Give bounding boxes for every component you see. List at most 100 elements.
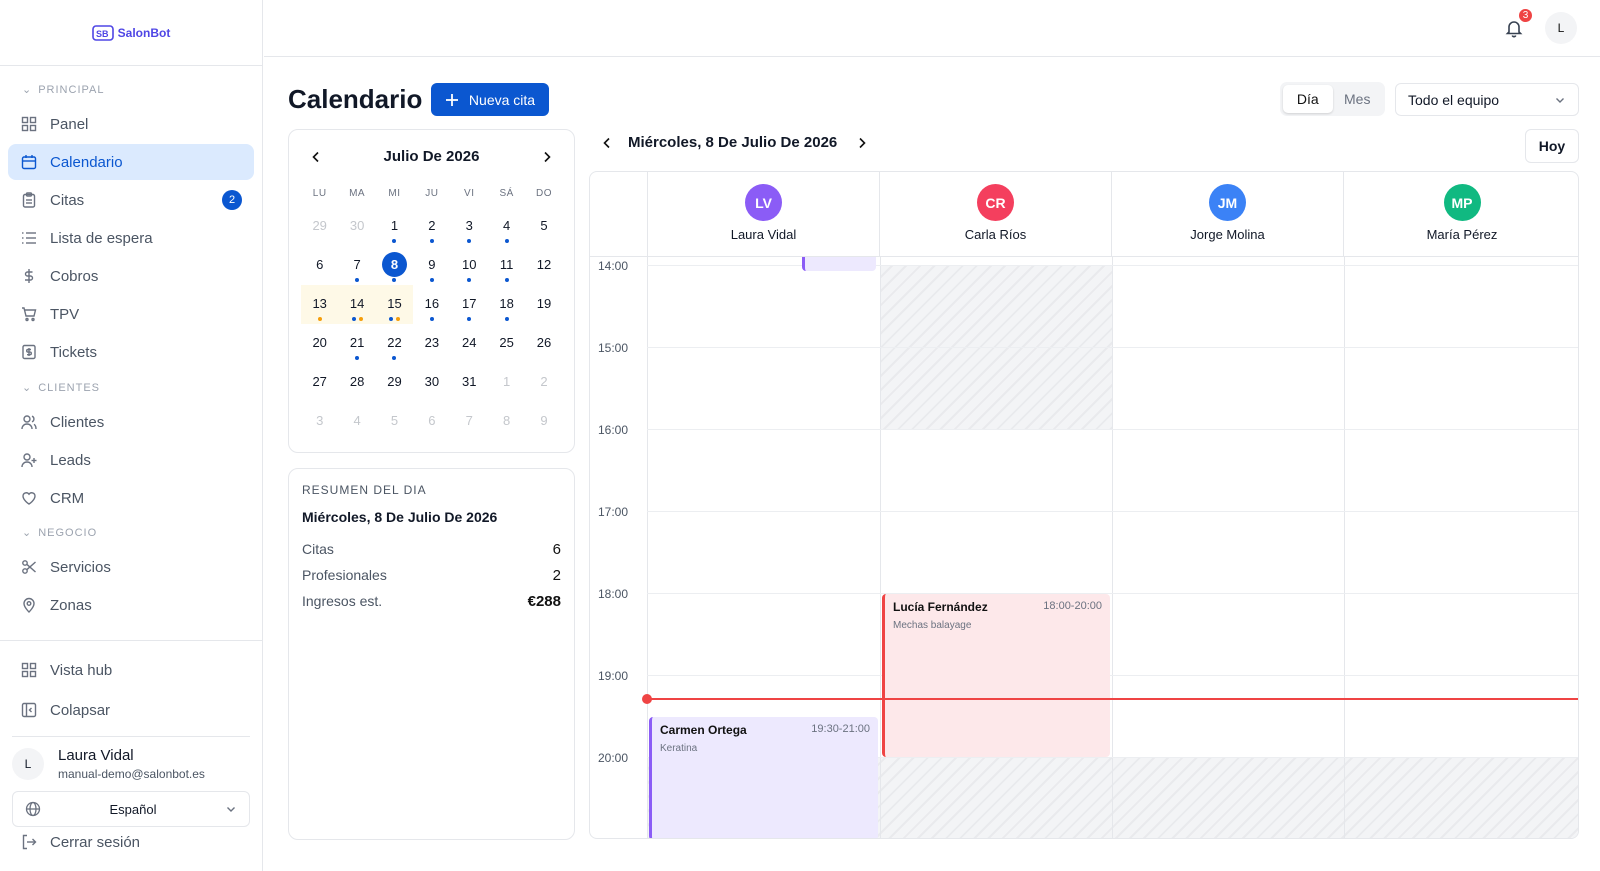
view-day-button[interactable]: Día [1283, 85, 1333, 113]
sidebar-item-crm[interactable]: CRM [8, 480, 254, 516]
sidebar-item-lista-de-espera[interactable]: Lista de espera [8, 220, 254, 256]
chevron-right-icon[interactable] [855, 136, 869, 150]
logout-button[interactable]: Cerrar sesión [8, 826, 254, 858]
appointment-dot [429, 317, 434, 321]
calendar-day[interactable]: 2 [525, 363, 562, 402]
calendar-day[interactable]: 7 [451, 402, 488, 441]
sidebar-item-calendario[interactable]: Calendario [8, 144, 254, 180]
hour-line [647, 429, 1578, 430]
calendar-day[interactable]: 7 [338, 246, 375, 285]
sidebar-item-tpv[interactable]: TPV [8, 296, 254, 332]
appointment-lucia[interactable]: Lucía Fernández 18:00-20:00 Mechas balaya… [882, 594, 1110, 757]
calendar-day[interactable]: 18 [488, 285, 525, 324]
calendar-day[interactable]: 22 [376, 324, 413, 363]
calendar-day[interactable]: 29 [376, 363, 413, 402]
calendar-day-number: 1 [390, 218, 399, 233]
chevron-right-icon[interactable] [540, 150, 554, 164]
sidebar-item-zonas[interactable]: Zonas [8, 587, 254, 623]
calendar-day[interactable]: 26 [525, 324, 562, 363]
calendar-day[interactable]: 6 [301, 246, 338, 285]
calendar-day[interactable]: 28 [338, 363, 375, 402]
day-title: Miércoles, 8 De Julio De 2026 [628, 134, 838, 151]
appointment-carmen[interactable]: Carmen Ortega 19:30-21:00 Keratina [649, 717, 878, 838]
calendar-day-number: 19 [536, 296, 552, 311]
user-menu-avatar[interactable]: L [1545, 12, 1577, 44]
calendar-day[interactable]: 24 [451, 324, 488, 363]
appointment-dot [504, 317, 509, 321]
calendar-day[interactable]: 1 [488, 363, 525, 402]
calendar-day[interactable]: 2 [413, 207, 450, 246]
sidebar-item-servicios[interactable]: Servicios [8, 549, 254, 585]
calendar-day[interactable]: 5 [376, 402, 413, 441]
vista-hub-button[interactable]: Vista hub [8, 652, 254, 688]
calendar-day[interactable]: 15 [375, 285, 414, 324]
appointment-dot [392, 239, 397, 243]
staff-column-carla[interactable]: CR Carla Ríos [880, 172, 1112, 257]
calendar-day-number: 23 [424, 335, 440, 350]
section-clientes[interactable]: ⌄ CLIENTES [22, 381, 100, 395]
sidebar-item-panel[interactable]: Panel [8, 106, 254, 142]
calendar-day[interactable]: 21 [338, 324, 375, 363]
logo[interactable]: SB SalonBot [0, 0, 262, 66]
calendar-day[interactable]: 23 [413, 324, 450, 363]
calendar-day[interactable]: 31 [451, 363, 488, 402]
calendar-day[interactable]: 11 [488, 246, 525, 285]
calendar-day[interactable]: 13 [301, 285, 339, 324]
today-button[interactable]: Hoy [1525, 129, 1579, 163]
calendar-day[interactable]: 25 [488, 324, 525, 363]
calendar-day[interactable]: 4 [338, 402, 375, 441]
calendar-day[interactable]: 9 [525, 402, 562, 441]
calendar-day[interactable]: 19 [525, 285, 562, 324]
sidebar-item-clientes[interactable]: Clientes [8, 404, 254, 440]
calendar-day[interactable]: 30 [413, 363, 450, 402]
sidebar-item-tickets[interactable]: Tickets [8, 334, 254, 370]
calendar-day[interactable]: 20 [301, 324, 338, 363]
appointment-block[interactable] [802, 257, 876, 271]
user-avatar[interactable]: L [12, 748, 44, 780]
appointment-dot [467, 239, 472, 243]
sidebar-item-cobros[interactable]: Cobros [8, 258, 254, 294]
calendar-day[interactable]: 30 [338, 207, 375, 246]
calendar-day[interactable]: 3 [451, 207, 488, 246]
staff-column-maria[interactable]: MP María Pérez [1344, 172, 1578, 257]
appointment-dot [351, 317, 356, 321]
calendar-day[interactable]: 5 [525, 207, 562, 246]
calendar-day[interactable]: 8 [376, 246, 413, 285]
notification-badge: 3 [1517, 7, 1534, 24]
calendar-day[interactable]: 3 [301, 402, 338, 441]
calendar-day[interactable]: 12 [525, 246, 562, 285]
staff-name: Carla Ríos [964, 227, 1027, 242]
calendar-day[interactable]: 17 [451, 285, 488, 324]
language-select[interactable]: Español [12, 791, 250, 827]
view-month-button[interactable]: Mes [1333, 85, 1383, 113]
team-filter-select[interactable]: Todo el equipo [1395, 83, 1579, 116]
chevron-left-icon[interactable] [600, 136, 614, 150]
calendar-day[interactable]: 14 [338, 285, 376, 324]
calendar-day-number: 10 [462, 257, 477, 272]
calendar-day[interactable]: 27 [301, 363, 338, 402]
chevron-left-icon[interactable] [309, 150, 323, 164]
collapse-button[interactable]: Colapsar [8, 692, 254, 728]
calendar-day[interactable]: 29 [301, 207, 338, 246]
sidebar-item-leads[interactable]: Leads [8, 442, 254, 478]
summary-date: Miércoles, 8 De Julio De 2026 [302, 509, 498, 525]
staff-column-jorge[interactable]: JM Jorge Molina [1112, 172, 1344, 257]
calendar-day[interactable]: 9 [413, 246, 450, 285]
calendar-day[interactable]: 16 [413, 285, 450, 324]
appointment-dots [429, 317, 434, 322]
calendar-day[interactable]: 8 [488, 402, 525, 441]
calendar-day[interactable]: 6 [413, 402, 450, 441]
day-navigation: Miércoles, 8 De Julio De 2026 [600, 134, 869, 151]
calendar-day[interactable]: 4 [488, 207, 525, 246]
calendar-day[interactable]: 10 [451, 246, 488, 285]
section-principal[interactable]: ⌄ PRINCIPAL [22, 83, 104, 97]
cart-icon [22, 307, 37, 322]
appointment-dots [429, 278, 434, 283]
appointment-dots [392, 278, 397, 283]
calendar-day-number: 18 [499, 296, 514, 311]
sidebar-item-citas[interactable]: Citas 2 [8, 182, 254, 218]
section-negocio[interactable]: ⌄ NEGOCIO [22, 526, 97, 540]
staff-column-laura[interactable]: LV Laura Vidal [648, 172, 880, 257]
calendar-day[interactable]: 1 [376, 207, 413, 246]
new-appointment-button[interactable]: Nueva cita [431, 83, 549, 116]
